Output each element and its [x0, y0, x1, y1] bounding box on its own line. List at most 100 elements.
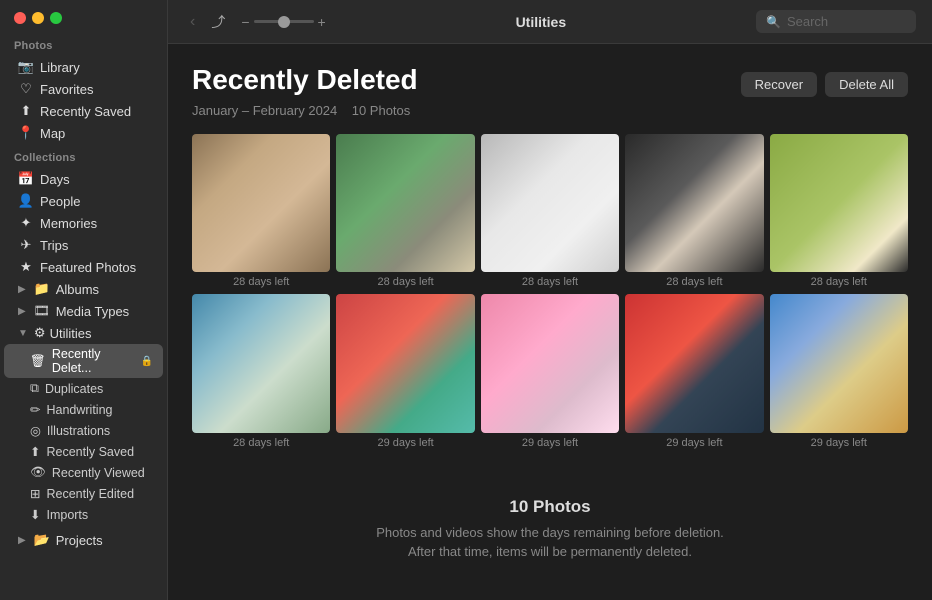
days-label: 28 days left — [336, 276, 474, 288]
sidebar-item-utilities[interactable]: ▼ ⚙ Utilities — [4, 322, 163, 344]
footer-count: 10 Photos — [192, 497, 908, 517]
search-bar[interactable]: 🔍 Search — [756, 10, 916, 33]
photos-section-label: Photos — [0, 32, 167, 56]
sidebar-item-recently-edited[interactable]: ⊞ Recently Edited — [4, 483, 163, 504]
list-item[interactable]: 28 days left — [192, 294, 330, 448]
sidebar-item-duplicates[interactable]: ⧉ Duplicates — [4, 378, 163, 399]
subtitle-count: 10 Photos — [352, 103, 411, 118]
chevron-down-icon: ▼ — [18, 328, 28, 339]
days-label: 28 days left — [481, 276, 619, 288]
photo-thumbnail — [481, 134, 619, 272]
sidebar-sub-item-label: Recently Viewed — [52, 466, 145, 480]
utilities-icon: ⚙ — [34, 325, 46, 341]
photo-thumbnail — [770, 294, 908, 432]
forward-button[interactable]: ⤴ — [205, 10, 231, 34]
days-label: 28 days left — [192, 276, 330, 288]
photo-thumbnail — [192, 134, 330, 272]
list-item[interactable]: 29 days left — [770, 294, 908, 448]
list-item[interactable]: 28 days left — [481, 134, 619, 288]
sidebar-item-recently-saved-util[interactable]: ⬆ Recently Saved — [4, 441, 163, 462]
sidebar-item-label: Media Types — [56, 304, 129, 319]
list-item[interactable]: 28 days left — [770, 134, 908, 288]
days-label: 28 days left — [625, 276, 763, 288]
sidebar-item-label: Map — [40, 126, 65, 141]
sidebar-item-label: People — [40, 194, 80, 209]
sidebar-item-favorites[interactable]: ♡ Favorites — [4, 78, 163, 100]
footer-description: Photos and videos show the days remainin… — [192, 523, 908, 562]
illustrations-icon: ◎ — [30, 423, 41, 438]
header-actions: Recover Delete All — [741, 72, 908, 97]
list-item[interactable]: 28 days left — [192, 134, 330, 288]
zoom-slider[interactable] — [254, 20, 314, 23]
search-placeholder: Search — [787, 14, 828, 29]
sidebar-sub-item-label: Illustrations — [47, 424, 110, 438]
sidebar-item-recently-saved[interactable]: ⬆ Recently Saved — [4, 100, 163, 122]
days-label: 28 days left — [192, 437, 330, 449]
projects-icon: 📂 — [34, 532, 50, 548]
sidebar-item-label: Albums — [56, 282, 99, 297]
sidebar-item-label: Favorites — [40, 82, 93, 97]
sidebar-item-recently-viewed[interactable]: 👁 Recently Viewed — [4, 462, 163, 483]
sidebar-item-label: Projects — [56, 533, 103, 548]
list-item[interactable]: 29 days left — [625, 294, 763, 448]
photo-thumbnail — [336, 294, 474, 432]
days-label: 29 days left — [770, 437, 908, 449]
sidebar-item-albums[interactable]: ▶ 📁 Albums — [4, 278, 163, 300]
sidebar-sub-item-label: Duplicates — [45, 382, 103, 396]
recover-button[interactable]: Recover — [741, 72, 817, 97]
page-title: Recently Deleted — [192, 64, 418, 96]
content-footer: 10 Photos Photos and videos show the day… — [192, 481, 908, 578]
sidebar-item-library[interactable]: 📷 Library — [4, 56, 163, 78]
list-item[interactable]: 29 days left — [336, 294, 474, 448]
zoom-minus-icon[interactable]: − — [241, 14, 249, 30]
recently-saved-icon: ⬆ — [18, 103, 34, 119]
photo-grid: 28 days left 28 days left 28 days left 2… — [192, 134, 908, 449]
list-item[interactable]: 29 days left — [481, 294, 619, 448]
close-button[interactable] — [14, 12, 26, 24]
sidebar-item-projects[interactable]: ▶ 📂 Projects — [4, 529, 163, 551]
sidebar-item-map[interactable]: 📍 Map — [4, 122, 163, 144]
back-button[interactable]: ‹ — [184, 11, 201, 33]
sidebar-item-trips[interactable]: ✈ Trips — [4, 234, 163, 256]
sidebar-item-recently-deleted[interactable]: 🗑 Recently Delet... 🔒 — [4, 344, 163, 378]
chevron-right-icon: ▶ — [18, 306, 26, 317]
imports-icon: ⬇ — [30, 507, 40, 522]
sidebar-item-label: Featured Photos — [40, 260, 136, 275]
content-header: Recently Deleted Recover Delete All — [192, 64, 908, 97]
trash-icon: 🗑 — [30, 354, 46, 369]
recently-saved-util-icon: ⬆ — [30, 444, 40, 459]
sidebar: Photos 📷 Library ♡ Favorites ⬆ Recently … — [0, 0, 168, 600]
list-item[interactable]: 28 days left — [625, 134, 763, 288]
content-subtitle: January – February 2024 10 Photos — [192, 103, 908, 118]
sidebar-item-people[interactable]: 👤 People — [4, 190, 163, 212]
days-label: 28 days left — [770, 276, 908, 288]
photo-thumbnail — [770, 134, 908, 272]
trips-icon: ✈ — [18, 237, 34, 253]
albums-icon: 📁 — [34, 281, 50, 297]
list-item[interactable]: 28 days left — [336, 134, 474, 288]
sidebar-item-memories[interactable]: ✦ Memories — [4, 212, 163, 234]
photo-thumbnail — [192, 294, 330, 432]
library-icon: 📷 — [18, 59, 34, 75]
recently-edited-icon: ⊞ — [30, 486, 40, 501]
minimize-button[interactable] — [32, 12, 44, 24]
maximize-button[interactable] — [50, 12, 62, 24]
photo-thumbnail — [625, 294, 763, 432]
search-icon: 🔍 — [766, 15, 781, 29]
delete-all-button[interactable]: Delete All — [825, 72, 908, 97]
photo-thumbnail — [336, 134, 474, 272]
sidebar-item-featured-photos[interactable]: ★ Featured Photos — [4, 256, 163, 278]
nav-buttons: ‹ ⤴ — [184, 10, 231, 34]
sidebar-item-label: Memories — [40, 216, 97, 231]
zoom-plus-icon[interactable]: + — [318, 14, 326, 30]
sidebar-item-label: Recently Saved — [40, 104, 131, 119]
sidebar-sub-item-label: Recently Edited — [46, 487, 134, 501]
sidebar-item-media-types[interactable]: ▶ 🎞 Media Types — [4, 300, 163, 322]
sidebar-item-illustrations[interactable]: ◎ Illustrations — [4, 420, 163, 441]
sidebar-item-label: Days — [40, 172, 70, 187]
sidebar-item-handwriting[interactable]: ✏ Handwriting — [4, 399, 163, 420]
sidebar-item-days[interactable]: 📅 Days — [4, 168, 163, 190]
sidebar-sub-item-label: Handwriting — [46, 403, 112, 417]
sidebar-item-imports[interactable]: ⬇ Imports — [4, 504, 163, 525]
days-label: 29 days left — [336, 437, 474, 449]
